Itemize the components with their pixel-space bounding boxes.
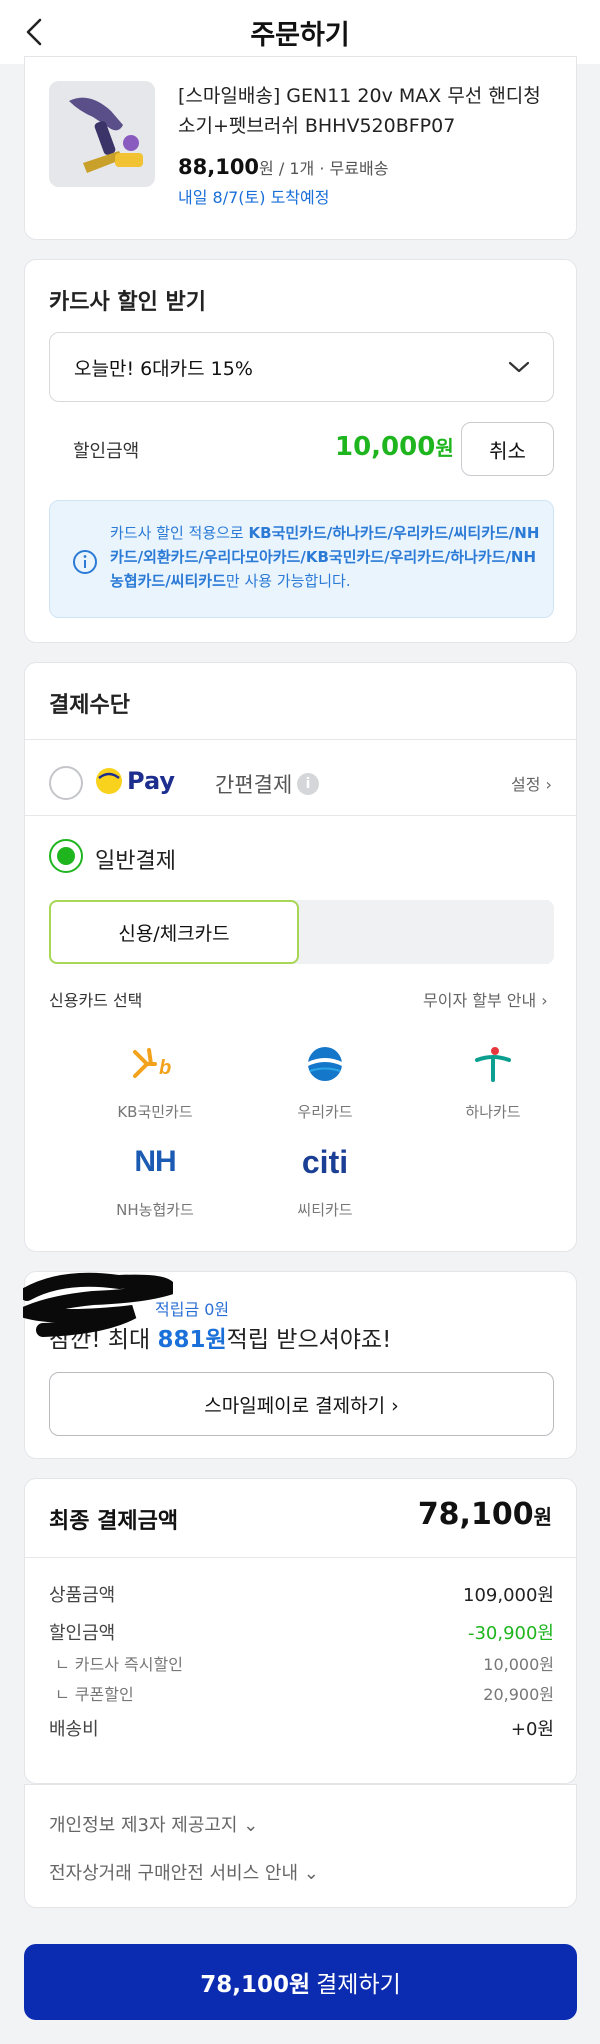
page-title: 주문하기 [250, 19, 350, 51]
smilepay-radio[interactable] [49, 766, 83, 800]
divider [25, 1557, 576, 1558]
checkout-label: 결제하기 [316, 1972, 401, 1998]
divider [25, 815, 576, 816]
final-amount-section: 최종 결제금액 78,100원 상품금액 109,000원 할인금액 -30,9… [24, 1478, 577, 1784]
summary-value: 109,000원 [463, 1585, 554, 1606]
bank-name: NH농협카드 [116, 1201, 194, 1219]
product-image[interactable] [49, 81, 155, 187]
bank-name: KB국민카드 [117, 1103, 193, 1121]
final-amount-value: 78,100 [417, 1497, 534, 1532]
card-discount-info-text: 카드사 할인 적용으로 KB국민카드/하나카드/우리카드/씨티카드/NH카드/외… [110, 521, 540, 593]
summary-label: 배송비 [49, 1719, 99, 1740]
top-bar: 주문하기 [0, 0, 600, 64]
card-discount-title: 카드사 할인 받기 [49, 290, 206, 315]
summary-label: 할인금액 [49, 1623, 116, 1644]
smile-icon [96, 768, 122, 794]
summary-label: ㄴ 쿠폰할인 [55, 1685, 134, 1704]
pay-brand: Pay [127, 767, 176, 795]
product-price-unit: 원 [259, 159, 274, 178]
product-name[interactable]: [스마일배송] GEN11 20v MAX 무선 핸디청소기+펫브러쉬 BHHV… [178, 81, 558, 141]
bank-citi[interactable]: citi 씨티카드 [235, 1137, 415, 1237]
card-discount-select[interactable]: 오늘만! 6대카드 15% [49, 332, 554, 402]
checkout-button[interactable]: 78,100원 결제하기 [24, 1944, 577, 2020]
payment-method-title: 결제수단 [49, 693, 130, 718]
summary-value: -30,900원 [467, 1623, 554, 1644]
summary-value: 20,900원 [483, 1685, 554, 1704]
safe-purchase-link[interactable]: 전자상거래 구매안전 서비스 안내 ⌄ [49, 1859, 319, 1885]
discount-amount-value: 10,000 [335, 432, 436, 462]
final-amount: 78,100원 [418, 1497, 552, 1532]
smilepay-promo-section: 적립금 0원 잠깐! 최대 881원적립 받으셔야죠! 스마일페이로 결제하기 … [23, 1271, 577, 1459]
terms-section: 개인정보 제3자 제공고지 ⌄ 전자상거래 구매안전 서비스 안내 ⌄ [24, 1784, 577, 1908]
woori-logo-icon [235, 1039, 415, 1089]
bank-kb[interactable]: b KB국민카드 [65, 1039, 245, 1139]
product-card: [스마일배송] GEN11 20v MAX 무선 핸디청소기+펫브러쉬 BHHV… [24, 56, 577, 240]
cancel-discount-button[interactable]: 취소 [461, 422, 554, 476]
info-suffix: 만 사용 가능합니다. [225, 572, 351, 590]
info-icon [73, 550, 97, 574]
smilepay-info-icon[interactable]: i [297, 773, 319, 795]
bank-name: 우리카드 [297, 1103, 353, 1121]
normal-payment-radio[interactable] [49, 839, 83, 873]
bank-woori[interactable]: 우리카드 [235, 1039, 415, 1139]
bank-name: 씨티카드 [297, 1201, 353, 1219]
chevron-down-icon [508, 361, 530, 373]
citi-logo-text: citi [301, 1143, 349, 1180]
summary-label: 상품금액 [49, 1585, 116, 1606]
delivery-estimate: 내일 8/7(토) 도착예정 [178, 188, 330, 207]
nh-logo-icon: NH [65, 1137, 245, 1187]
payment-method-section: 결제수단 Pay 간편결제 i 설정 › 일반결제 신용/체크카드 신용카드 선… [24, 662, 577, 1252]
summary-value: 10,000원 [483, 1655, 554, 1674]
svg-text:b: b [159, 1057, 171, 1079]
card-discount-selected: 오늘만! 6대카드 15% [74, 357, 253, 380]
bank-hana[interactable]: 하나카드 [403, 1039, 583, 1139]
segment-credit-card[interactable]: 신용/체크카드 [49, 900, 299, 964]
credit-card-select-label: 신용카드 선택 [49, 991, 143, 1010]
summary-label: ㄴ 카드사 즉시할인 [55, 1655, 183, 1674]
kb-logo-icon: b [65, 1039, 245, 1089]
discount-amount: 10,000원 [335, 432, 454, 462]
card-discount-section: 카드사 할인 받기 오늘만! 6대카드 15% 할인금액 10,000원 취소 … [24, 259, 577, 643]
summary-value: +0원 [510, 1719, 554, 1740]
product-price-line: 88,100원 / 1개 · 무료배송 [178, 155, 388, 179]
final-amount-title: 최종 결제금액 [49, 1509, 179, 1534]
pay-with-smilepay-button[interactable]: 스마일페이로 결제하기 › [49, 1372, 554, 1436]
discount-label: 할인금액 [73, 441, 140, 462]
smilepay-settings-link[interactable]: 설정 › [511, 771, 552, 795]
back-arrow-icon[interactable] [20, 16, 52, 48]
installment-guide-link[interactable]: 무이자 할부 안내 › [423, 987, 548, 1011]
normal-payment-label: 일반결제 [95, 849, 176, 874]
divider [25, 739, 576, 740]
checkout-amount: 78,100원 [200, 1972, 311, 1998]
bank-name: 하나카드 [465, 1103, 521, 1121]
final-amount-unit: 원 [533, 1505, 552, 1529]
card-discount-info: 카드사 할인 적용으로 KB국민카드/하나카드/우리카드/씨티카드/NH카드/외… [49, 500, 554, 618]
info-prefix: 카드사 할인 적용으로 [110, 524, 249, 542]
smilepay-logo: Pay [95, 767, 175, 795]
smilepay-label: 간편결제 [215, 773, 293, 797]
product-quantity: / 1개 [278, 159, 315, 178]
discount-amount-unit: 원 [435, 436, 454, 460]
payment-type-segment: 신용/체크카드 [49, 900, 554, 964]
privacy-notice-link[interactable]: 개인정보 제3자 제공고지 ⌄ [49, 1811, 258, 1837]
citi-logo-icon: citi [235, 1137, 415, 1187]
bank-nh[interactable]: NH NH농협카드 [65, 1137, 245, 1237]
redaction-scribble [23, 1272, 173, 1337]
product-price: 88,100 [178, 155, 260, 179]
hana-logo-icon [403, 1039, 583, 1089]
product-shipping: · 무료배송 [319, 159, 389, 178]
promo-suffix: 적립 받으셔야죠! [226, 1327, 392, 1353]
nh-logo-text: NH [134, 1145, 176, 1178]
